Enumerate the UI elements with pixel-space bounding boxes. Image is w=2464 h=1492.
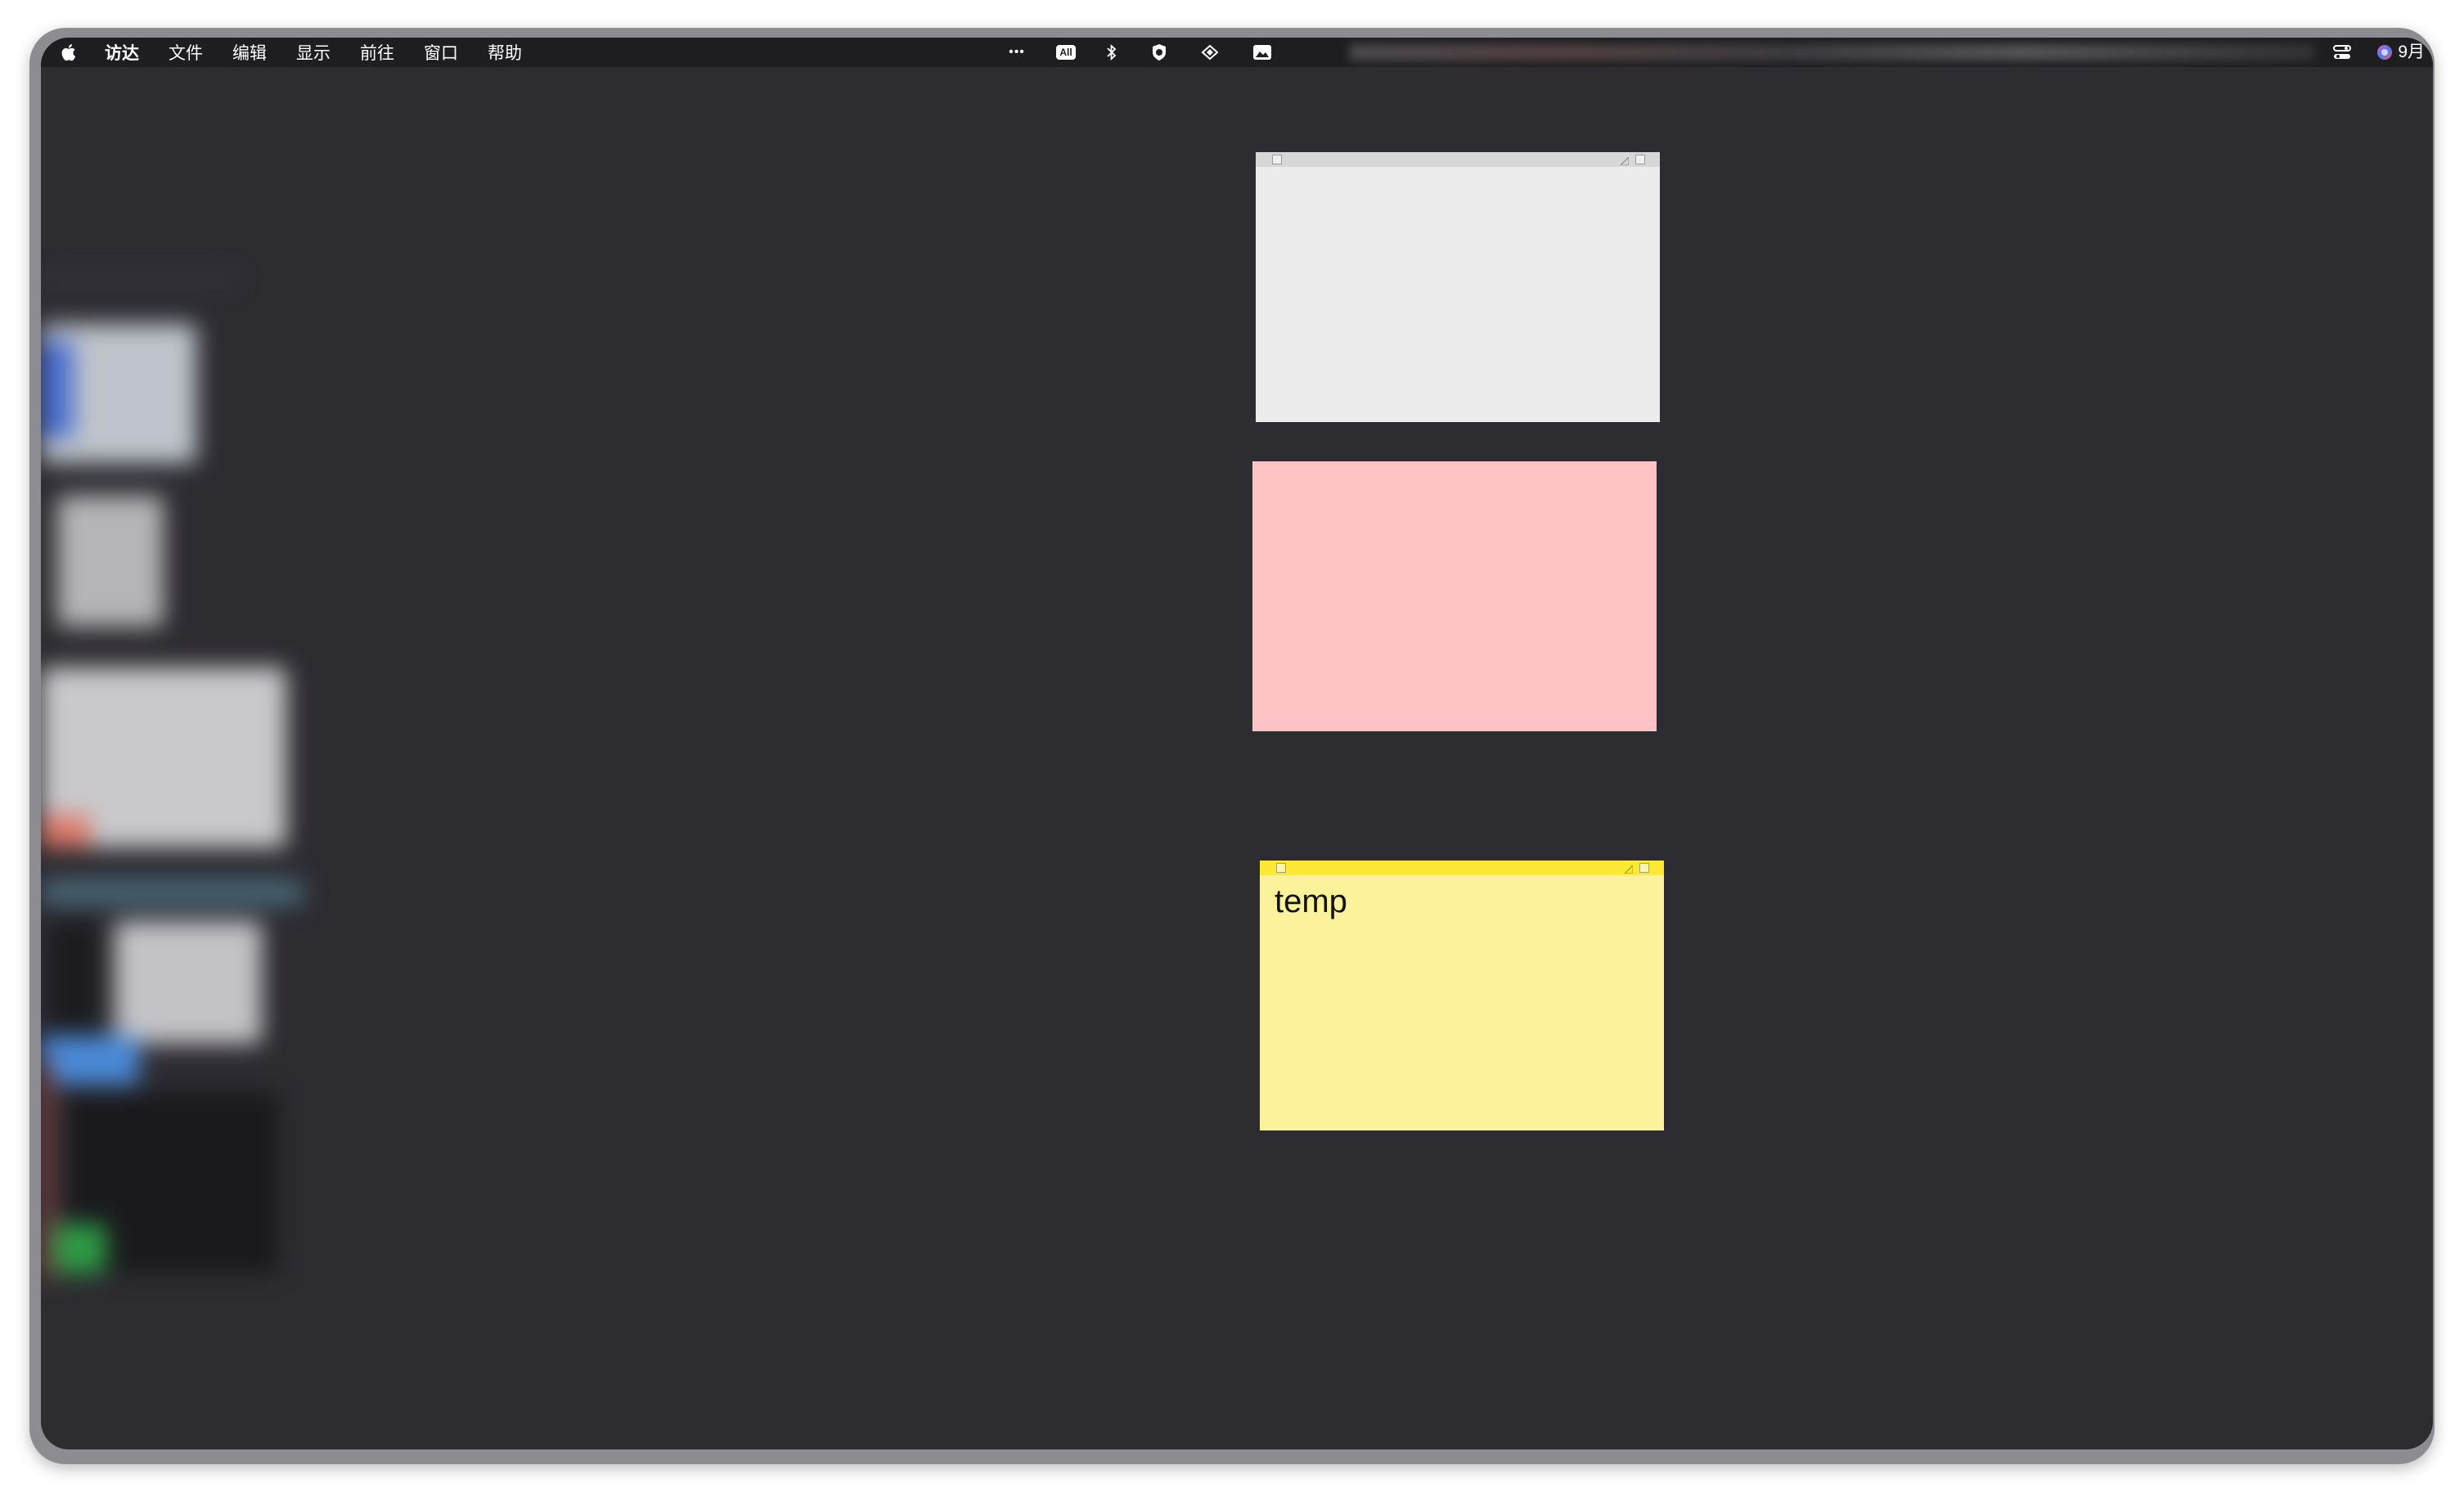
menu-clock[interactable]: 9月 — [2398, 38, 2425, 67]
control-center-icon[interactable] — [2331, 43, 2353, 62]
more-icon[interactable]: ••• — [1006, 43, 1027, 62]
sticky-titlebar[interactable] — [1256, 152, 1660, 167]
close-icon[interactable] — [1272, 155, 1282, 164]
zoom-icon[interactable] — [1639, 863, 1649, 873]
apple-menu-icon[interactable] — [61, 43, 79, 62]
sticky-note-yellow[interactable]: temp — [1260, 861, 1664, 1130]
input-method-icon[interactable]: All — [1055, 43, 1077, 62]
menu-window[interactable]: 窗口 — [424, 40, 458, 65]
bluetooth-icon[interactable] — [1101, 43, 1122, 62]
blurred-window-thumbnails — [41, 275, 303, 1281]
image-icon[interactable] — [1252, 43, 1273, 62]
zoom-icon[interactable] — [1635, 155, 1645, 164]
menu-app-name[interactable]: 访达 — [105, 40, 139, 65]
collapse-icon[interactable] — [1623, 863, 1634, 874]
menu-file[interactable]: 文件 — [169, 40, 203, 65]
sticky-note-text[interactable]: temp — [1275, 883, 1347, 920]
menu-bar: 访达 文件 编辑 显示 前往 窗口 帮助 ••• All 9月 — [41, 38, 2433, 67]
menu-help[interactable]: 帮助 — [488, 40, 522, 65]
blurred-status-items — [1350, 44, 2315, 61]
sticky-titlebar[interactable] — [1260, 861, 1664, 875]
menu-go[interactable]: 前往 — [360, 40, 394, 65]
menu-edit[interactable]: 编辑 — [232, 40, 267, 65]
input-method-label: All — [1056, 45, 1076, 60]
sync-icon[interactable] — [1199, 43, 1221, 62]
desktop[interactable]: 访达 文件 编辑 显示 前往 窗口 帮助 ••• All 9月 temp — [41, 38, 2433, 1449]
close-icon[interactable] — [1276, 863, 1286, 873]
sticky-note-gray[interactable] — [1256, 152, 1660, 422]
sticky-note-pink[interactable] — [1252, 461, 1657, 731]
shield-icon[interactable] — [1149, 43, 1170, 62]
collapse-icon[interactable] — [1619, 155, 1630, 166]
siri-icon[interactable] — [2374, 43, 2395, 62]
menu-view[interactable]: 显示 — [296, 40, 330, 65]
